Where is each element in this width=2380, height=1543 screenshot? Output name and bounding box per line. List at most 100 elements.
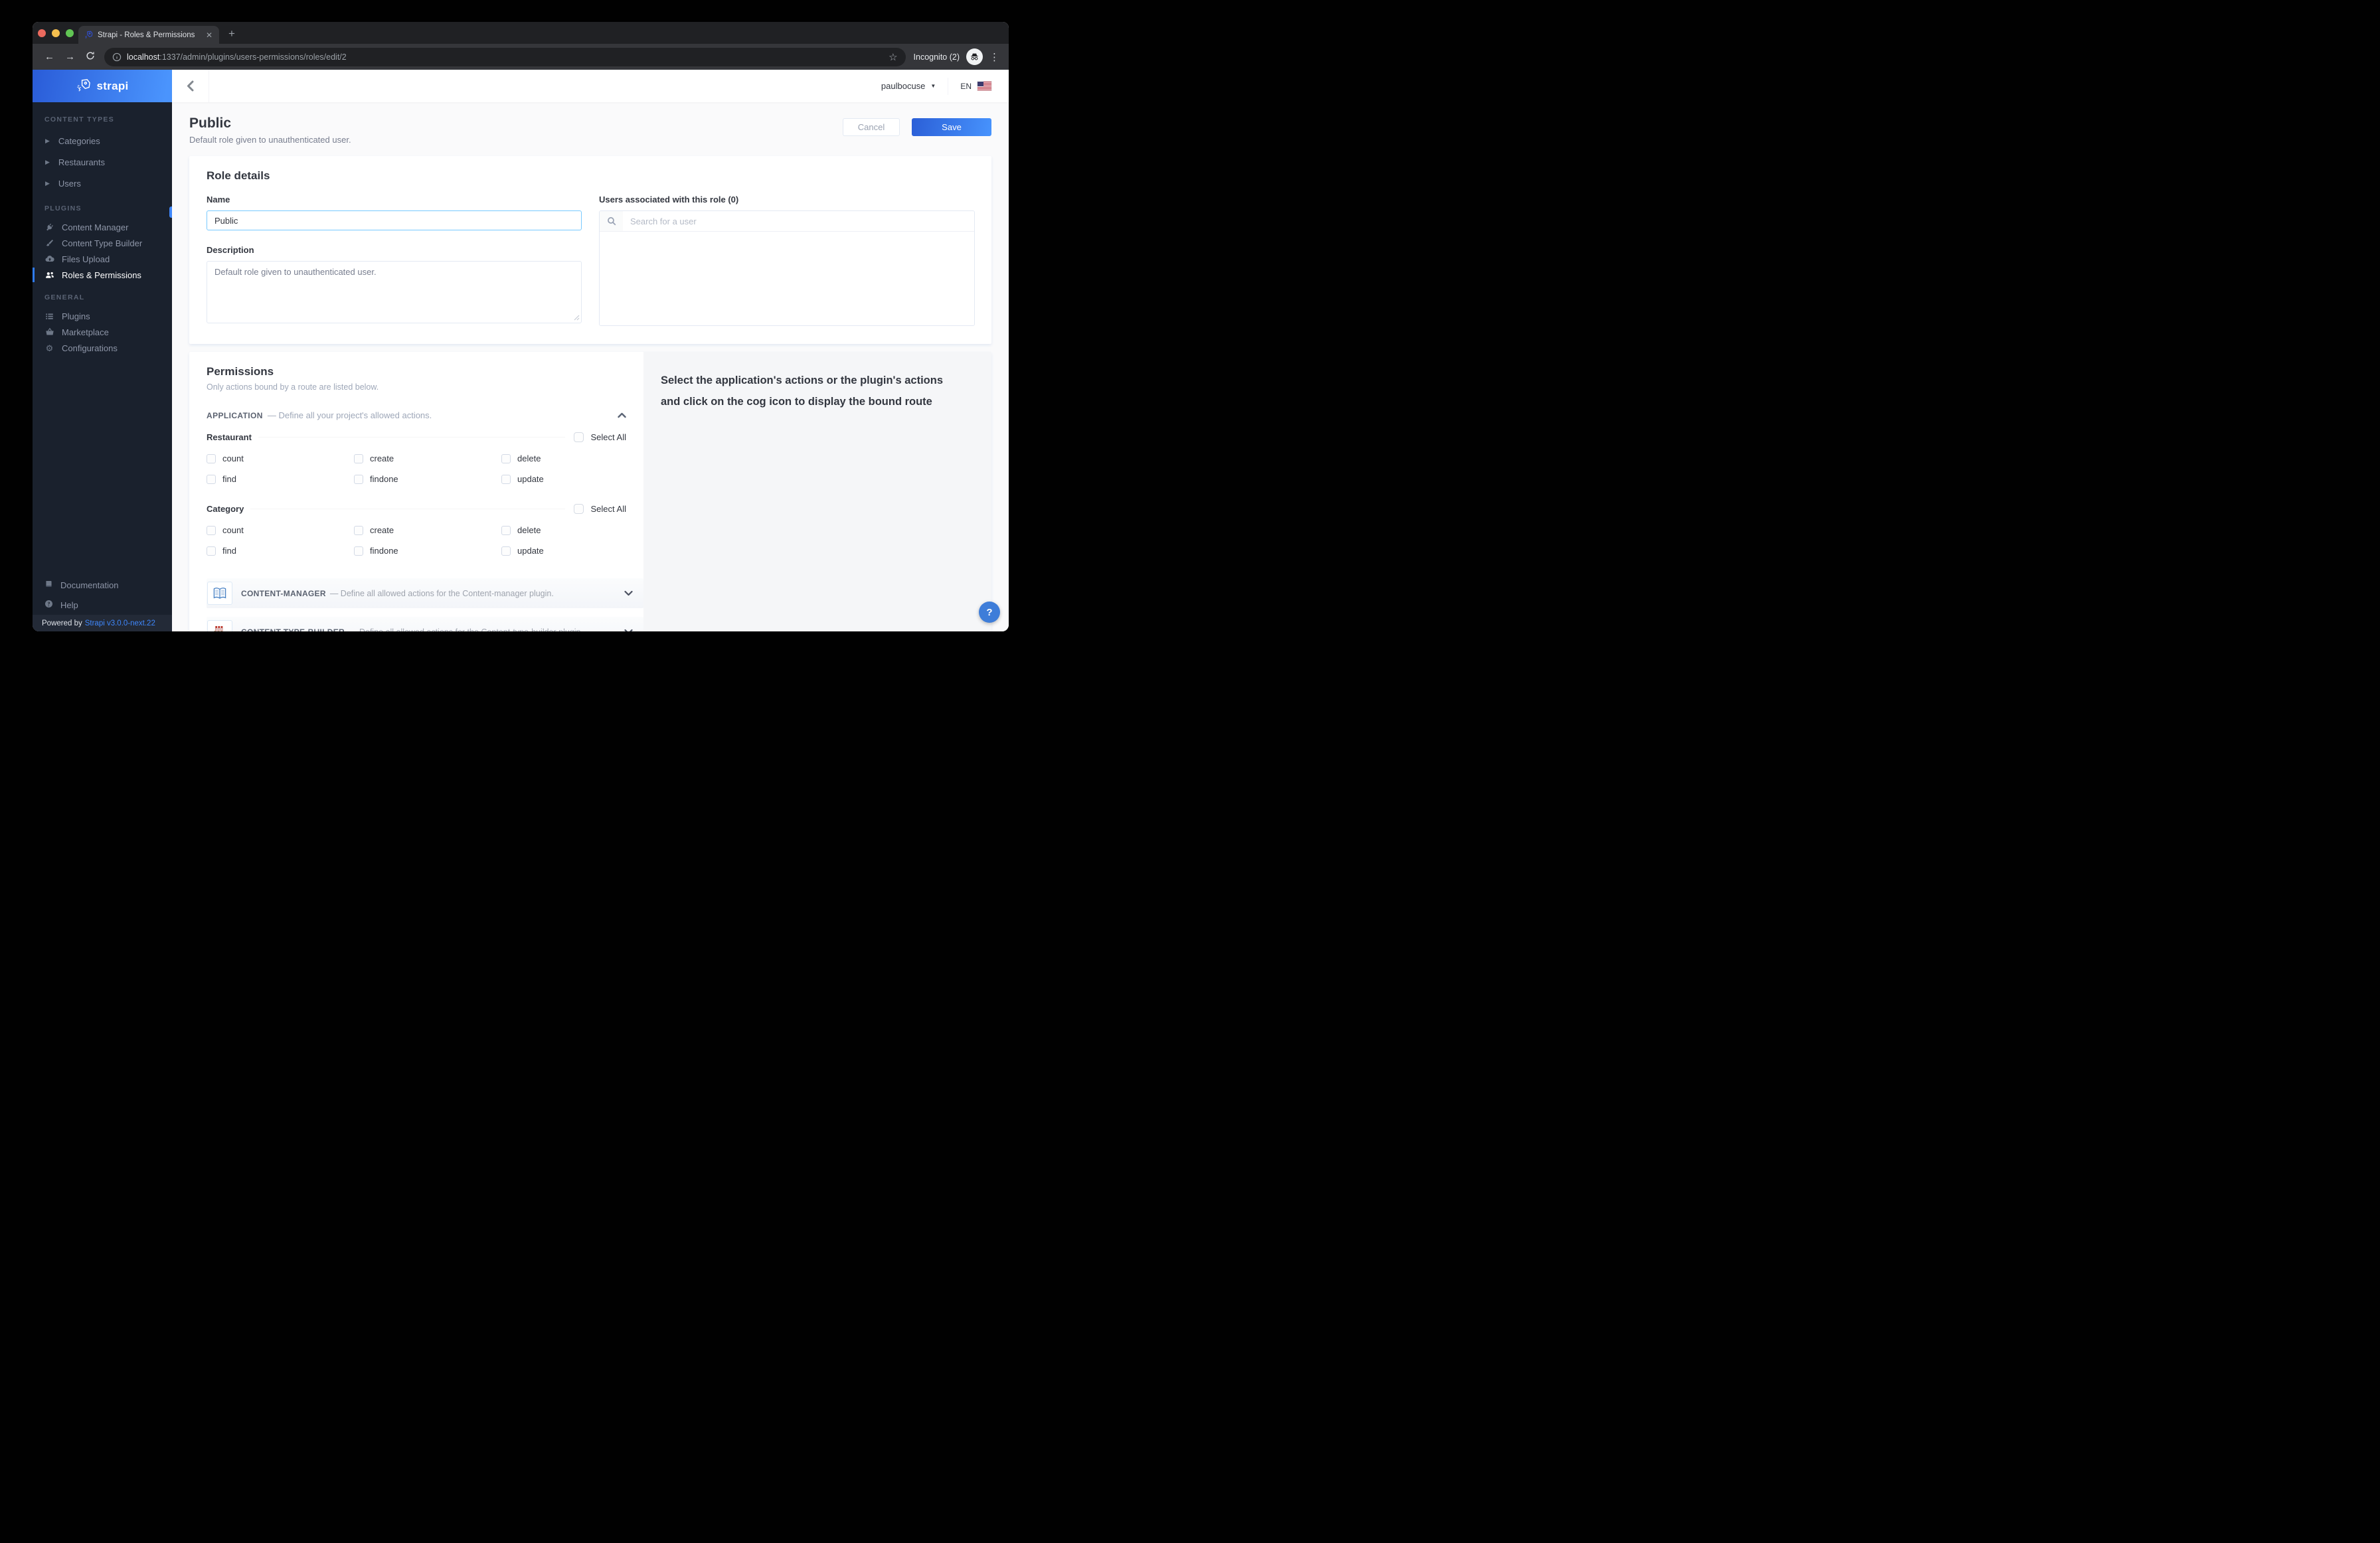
permission-group-category: Category Select All count create d — [207, 503, 626, 561]
sidebar-footer: Powered by Strapi v3.0.0-next.22 — [33, 615, 172, 631]
maximize-window-button[interactable] — [66, 29, 74, 37]
forward-icon[interactable]: → — [60, 51, 80, 62]
sidebar-item-roles-permissions[interactable]: Roles & Permissions — [33, 267, 172, 283]
chevron-down-icon[interactable] — [624, 590, 633, 596]
user-menu[interactable]: paulbocuse — [881, 81, 926, 91]
gear-icon: ⚙ — [44, 344, 54, 353]
main-content: paulbocuse ▼ EN Public Default role give… — [172, 70, 1009, 631]
sidebar-item-users[interactable]: ▶ Users — [33, 173, 172, 194]
chevron-down-icon[interactable] — [624, 629, 633, 631]
plugin-row-label: CONTENT-MANAGER — [241, 589, 326, 598]
chevron-up-icon[interactable] — [618, 412, 626, 418]
permission-checkbox[interactable] — [207, 546, 216, 556]
permission-label: find — [222, 546, 236, 556]
permission-checkbox[interactable] — [501, 546, 511, 556]
permission-label: create — [370, 525, 394, 535]
sidebar-item-marketplace[interactable]: Marketplace — [33, 324, 172, 340]
bookmark-star-icon[interactable]: ☆ — [889, 51, 897, 63]
open-book-icon — [207, 582, 232, 605]
permission-group-restaurant: Restaurant Select All count create — [207, 432, 626, 489]
help-button[interactable]: ? — [979, 602, 1000, 623]
strapi-logo[interactable]: strapi — [33, 70, 172, 102]
permission-grid: count create delete find findone update — [207, 448, 626, 489]
select-all-checkbox[interactable] — [574, 504, 584, 514]
page-title: Public — [189, 116, 351, 131]
back-icon[interactable]: ← — [39, 51, 60, 62]
save-button[interactable]: Save — [912, 118, 991, 136]
window-controls — [33, 22, 74, 44]
app-header: paulbocuse ▼ EN — [172, 70, 1009, 102]
permission-checkbox[interactable] — [207, 454, 216, 463]
browser-window: Strapi - Roles & Permissions ✕ + ← → loc… — [33, 22, 1009, 631]
browser-menu-icon[interactable]: ⋮ — [983, 51, 1002, 63]
permissions-subtitle: Only actions bound by a route are listed… — [207, 382, 626, 392]
permission-checkbox[interactable] — [354, 526, 363, 535]
permissions-info-text: Select the application's actions or the … — [661, 370, 956, 412]
application-accordion-header[interactable]: APPLICATION — Define all your project's … — [207, 410, 626, 420]
browser-tab-bar: Strapi - Roles & Permissions ✕ + — [33, 22, 1009, 44]
section-title-plugins: PLUGINS — [33, 204, 172, 212]
permission-checkbox[interactable] — [354, 454, 363, 463]
sidebar-item-files-upload[interactable]: Files Upload — [33, 251, 172, 267]
description-label: Description — [207, 245, 582, 255]
sidebar-item-content-type-builder[interactable]: Content Type Builder — [33, 235, 172, 251]
reload-icon[interactable] — [80, 51, 100, 63]
plugin-row-description: — Define all allowed actions for the Con… — [330, 589, 554, 598]
tab-close-icon[interactable]: ✕ — [205, 31, 214, 40]
permission-checkbox[interactable] — [501, 475, 511, 484]
locale-label[interactable]: EN — [960, 82, 972, 91]
sidebar-item-plugins[interactable]: Plugins — [33, 308, 172, 324]
permission-checkbox[interactable] — [207, 526, 216, 535]
browser-tab[interactable]: Strapi - Roles & Permissions ✕ — [78, 26, 219, 44]
users-empty-list — [600, 232, 974, 325]
permission-checkbox[interactable] — [207, 475, 216, 484]
name-field[interactable] — [207, 210, 582, 230]
select-all-checkbox[interactable] — [574, 432, 584, 442]
permission-checkbox[interactable] — [501, 454, 511, 463]
sidebar-item-label: Categories — [58, 136, 100, 146]
description-field[interactable]: Default role given to unauthenticated us… — [207, 261, 582, 323]
site-info-icon[interactable] — [112, 52, 122, 62]
users-associated-label: Users associated with this role (0) — [599, 195, 975, 204]
section-title-content-types: CONTENT TYPES — [33, 116, 172, 123]
plug-icon — [44, 223, 54, 232]
sidebar-item-label: Documentation — [60, 580, 118, 590]
content-manager-accordion[interactable]: CONTENT-MANAGER — Define all allowed act… — [207, 578, 643, 608]
sidebar-nav: CONTENT TYPES ▶ Categories ▶ Restaurants… — [33, 102, 172, 575]
sidebar-item-categories[interactable]: ▶ Categories — [33, 130, 172, 151]
permission-checkbox[interactable] — [354, 475, 363, 484]
cancel-button[interactable]: Cancel — [843, 118, 900, 136]
permission-label: findone — [370, 546, 398, 556]
incognito-label: Incognito (2) — [914, 52, 960, 62]
permission-checkbox[interactable] — [354, 546, 363, 556]
plugin-permission-rows: CONTENT-MANAGER — Define all allowed act… — [207, 578, 643, 631]
sidebar-item-label: Configurations — [62, 343, 118, 353]
search-user-input[interactable] — [623, 211, 974, 231]
url-host: localhost — [127, 52, 159, 62]
page-head: Public Default role given to unauthentic… — [189, 116, 991, 145]
chevron-down-icon[interactable]: ▼ — [930, 83, 936, 89]
sidebar-item-label: Restaurants — [58, 157, 105, 167]
caret-right-icon: ▶ — [45, 180, 50, 187]
sidebar-item-restaurants[interactable]: ▶ Restaurants — [33, 151, 172, 173]
basket-icon — [44, 327, 54, 337]
content-type-builder-accordion[interactable]: CONTENT-TYPE-BUILDER — Define all allowe… — [207, 617, 643, 631]
sidebar-item-label: Marketplace — [62, 327, 109, 337]
sidebar-item-documentation[interactable]: Documentation — [33, 575, 172, 595]
permission-checkbox[interactable] — [501, 526, 511, 535]
sidebar-item-configurations[interactable]: ⚙ Configurations — [33, 340, 172, 356]
strapi-version-link[interactable]: Strapi v3.0.0-next.22 — [85, 619, 155, 627]
us-flag-icon[interactable] — [978, 82, 991, 90]
address-bar[interactable]: localhost:1337/admin/plugins/users-permi… — [104, 48, 906, 66]
back-button[interactable] — [172, 70, 209, 102]
sidebar-item-help[interactable]: Help — [33, 595, 172, 615]
minimize-window-button[interactable] — [52, 29, 60, 37]
new-tab-button[interactable]: + — [228, 26, 235, 42]
application-label: APPLICATION — [207, 411, 263, 420]
sidebar-item-content-manager[interactable]: Content Manager — [33, 219, 172, 235]
role-details-card: Role details Name Description Default ro… — [189, 156, 991, 344]
browser-toolbar: ← → localhost:1337/admin/plugins/users-p… — [33, 44, 1009, 70]
powered-by-text: Powered by — [42, 619, 82, 627]
permission-label: create — [370, 453, 394, 463]
close-window-button[interactable] — [38, 29, 46, 37]
